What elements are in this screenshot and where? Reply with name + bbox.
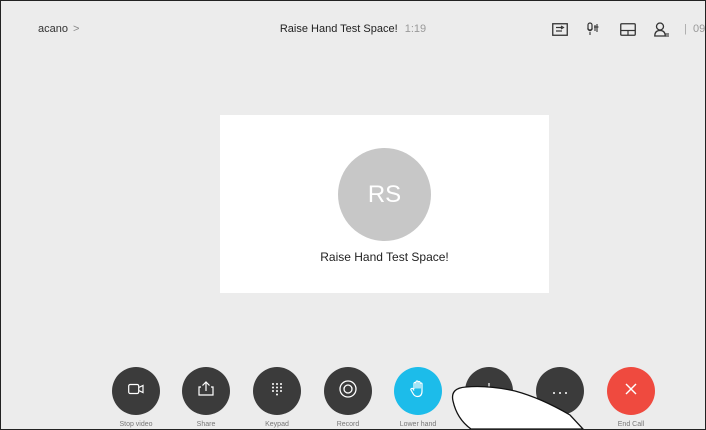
top-icon-group: | 09: [540, 19, 705, 39]
control-circle[interactable]: [324, 367, 372, 415]
control-label: Stop video: [119, 421, 153, 428]
control-circle[interactable]: [607, 367, 655, 415]
top-bar: acano > Raise Hand Test Space! 1:19 | 09: [1, 1, 705, 57]
control-circle[interactable]: [112, 367, 160, 415]
control-label: End Call: [617, 421, 645, 428]
control-circle[interactable]: [465, 367, 513, 415]
participant-card: RS Raise Hand Test Space!: [220, 115, 549, 293]
hand-icon: [410, 379, 426, 403]
control-label: Record: [336, 421, 360, 428]
divider: |: [684, 23, 687, 35]
participant-name: Raise Hand Test Space!: [320, 250, 449, 264]
control-circle[interactable]: [394, 367, 442, 415]
mic-activity-icon[interactable]: [580, 19, 608, 39]
control-label: Lower hand: [399, 421, 437, 428]
add-participant-button[interactable]: [459, 367, 519, 421]
keypad-button[interactable]: Keypad: [247, 367, 307, 428]
add-icon: [481, 381, 497, 402]
record-icon: [339, 379, 357, 403]
avatar: RS: [338, 148, 431, 241]
share-button[interactable]: Share: [176, 367, 236, 428]
self-view-icon[interactable]: [614, 19, 642, 39]
end-call-icon: [624, 382, 638, 401]
control-label: ore: [563, 421, 575, 428]
record-button[interactable]: Record: [318, 367, 378, 428]
video-camera-icon: [128, 382, 144, 400]
control-circle[interactable]: [182, 367, 230, 415]
layout-icon[interactable]: [546, 19, 574, 39]
call-screen: acano > Raise Hand Test Space! 1:19 | 09…: [0, 0, 706, 430]
more-icon: [552, 382, 568, 400]
control-circle[interactable]: [536, 367, 584, 415]
call-name: Raise Hand Test Space!: [279, 23, 398, 35]
control-label: Share: [196, 421, 216, 428]
share-icon: [198, 381, 214, 401]
participants-icon[interactable]: [648, 19, 676, 39]
end-call-button[interactable]: End Call: [601, 367, 661, 428]
clock: 09: [693, 23, 705, 35]
call-timer: 1:19: [404, 23, 427, 35]
more-button[interactable]: ore: [530, 367, 590, 428]
lower-hand-button[interactable]: Lower hand: [388, 367, 448, 428]
control-circle[interactable]: [253, 367, 301, 415]
stop-video-button[interactable]: Stop video: [106, 367, 166, 428]
control-label: Keypad: [265, 421, 289, 428]
keypad-icon: [271, 382, 283, 401]
